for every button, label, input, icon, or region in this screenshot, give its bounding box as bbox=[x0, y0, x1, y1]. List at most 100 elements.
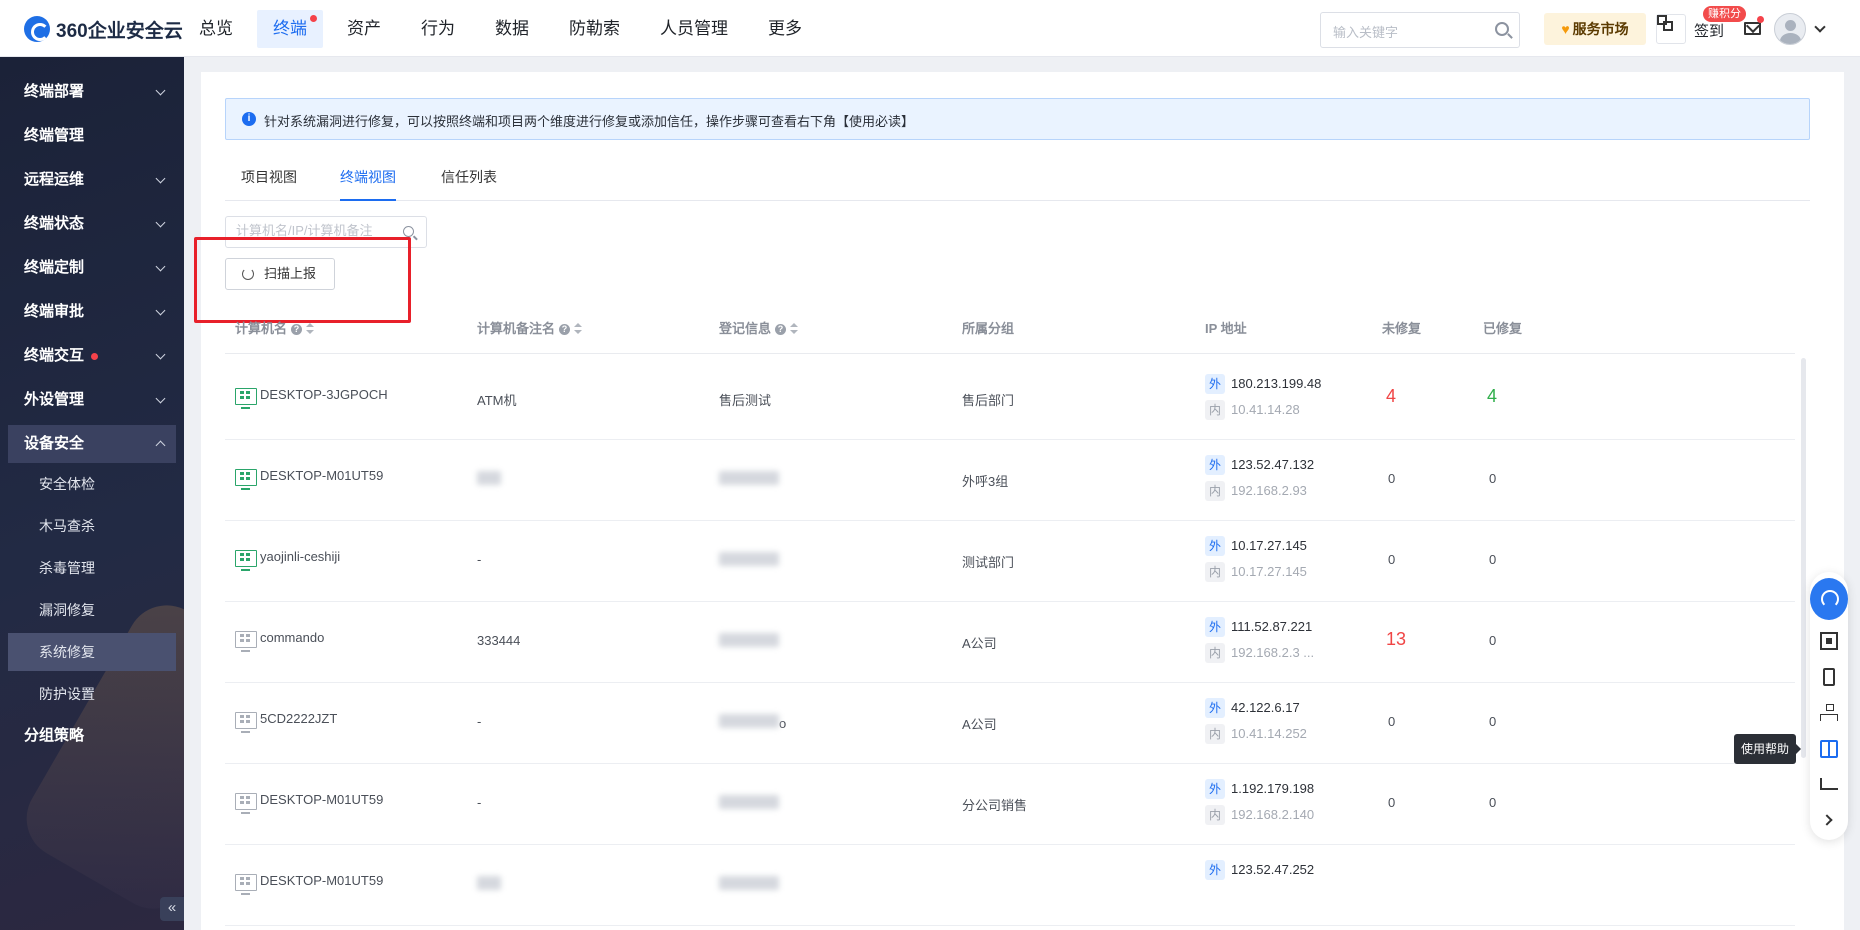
sidebar-item[interactable]: 终端交互 bbox=[8, 337, 176, 375]
sidebar-item[interactable]: 设备安全 bbox=[8, 425, 176, 463]
sidebar-item[interactable]: 外设管理 bbox=[8, 381, 176, 419]
chevron-down-icon bbox=[155, 393, 166, 404]
sort-icon[interactable] bbox=[790, 323, 799, 335]
computer-name[interactable]: DESKTOP-M01UT59 bbox=[260, 873, 383, 888]
computer-name[interactable]: DESKTOP-3JGPOCH bbox=[260, 387, 388, 402]
ip-external: 外 123.52.47.252 bbox=[1205, 860, 1314, 880]
sidebar-subitem[interactable]: 杀毒管理 bbox=[8, 549, 176, 587]
nav-item[interactable]: 数据 bbox=[479, 10, 545, 48]
mail-notification-dot bbox=[1757, 16, 1764, 23]
mail-icon[interactable] bbox=[1744, 22, 1761, 35]
heart-icon: ♥ bbox=[1561, 21, 1570, 37]
external-ip: 180.213.199.48 bbox=[1231, 376, 1322, 391]
internal-ip: 192.168.2.93 bbox=[1231, 483, 1307, 498]
col-header-fixed: 已修复 bbox=[1483, 321, 1523, 336]
computer-name[interactable]: 5CD2222JZT bbox=[260, 711, 337, 726]
collapse-sidebar-button[interactable]: « bbox=[160, 897, 184, 921]
help-icon[interactable]: ? bbox=[559, 324, 571, 335]
org-tree-icon[interactable] bbox=[1820, 704, 1838, 722]
computer-name[interactable]: DESKTOP-M01UT59 bbox=[260, 792, 383, 807]
search-icon[interactable] bbox=[1495, 22, 1509, 36]
sidebar-subitem[interactable]: 漏洞修复 bbox=[8, 591, 176, 629]
sidebar-item[interactable]: 终端管理 bbox=[8, 117, 176, 155]
search-icon[interactable] bbox=[403, 226, 414, 237]
table-row[interactable]: DESKTOP-M01UT59 - 分公司销售 外 1.192.179.198 内 192.… bbox=[225, 764, 1795, 845]
external-ip-tag: 外 bbox=[1205, 617, 1225, 637]
tab[interactable]: 信任列表 bbox=[441, 166, 497, 201]
service-market-label: 服务市场 bbox=[1572, 21, 1629, 37]
sidebar-item[interactable]: 远程运维 bbox=[8, 161, 176, 199]
unfixed-count[interactable]: 13 bbox=[1386, 629, 1406, 650]
global-search-input[interactable]: 输入关键字 bbox=[1320, 12, 1520, 48]
user-avatar[interactable] bbox=[1774, 13, 1806, 45]
nav-item[interactable]: 防勒索 bbox=[553, 10, 636, 48]
sidebar-item[interactable]: 终端定制 bbox=[8, 249, 176, 287]
external-ip-tag: 外 bbox=[1205, 698, 1225, 718]
table-scrollbar[interactable] bbox=[1801, 358, 1806, 758]
nav-item-label: 更多 bbox=[768, 19, 802, 38]
chevron-down-icon[interactable] bbox=[1814, 21, 1826, 33]
cart-icon[interactable] bbox=[1820, 778, 1838, 790]
internal-ip-tag: 内 bbox=[1205, 643, 1225, 663]
table-row[interactable]: 5CD2222JZT - o A公司 外 42.122.6.17 内 10.41.14.252… bbox=[225, 683, 1795, 764]
ip-internal: 内 10.41.14.252 bbox=[1205, 724, 1307, 744]
sidebar-item-group-policy[interactable]: 分组策略 bbox=[8, 717, 176, 755]
service-market-button[interactable]: ♥ 服务市场 bbox=[1544, 13, 1646, 45]
table-row[interactable]: DESKTOP-M01UT59 外 123.52.47.252 bbox=[225, 845, 1795, 926]
computer-name[interactable]: yaojinli-ceshiji bbox=[260, 549, 340, 564]
help-icon[interactable]: ? bbox=[291, 324, 303, 335]
help-icon[interactable]: ? bbox=[775, 324, 787, 335]
col-header-register[interactable]: 登记信息? bbox=[719, 318, 799, 337]
customer-service-icon[interactable] bbox=[1810, 578, 1848, 620]
apps-grid-icon[interactable] bbox=[1656, 14, 1686, 44]
nav-item[interactable]: 更多 bbox=[752, 10, 818, 48]
sidebar-item[interactable]: 终端部署 bbox=[8, 73, 176, 111]
unfixed-count[interactable]: 4 bbox=[1386, 386, 1396, 407]
col-header-name[interactable]: 计算机名? bbox=[235, 318, 315, 337]
fixed-count: 0 bbox=[1489, 714, 1497, 729]
chevron-up-icon bbox=[155, 440, 166, 451]
nav-item[interactable]: 资产 bbox=[331, 10, 397, 48]
tab[interactable]: 项目视图 bbox=[241, 166, 297, 201]
table-row[interactable]: DESKTOP-M01UT59 外呼3组 外 123.52.47.132 内 192.16… bbox=[225, 440, 1795, 521]
checkin-link[interactable]: 签到 bbox=[1694, 20, 1724, 41]
sidebar-subitem[interactable]: 系统修复 bbox=[8, 633, 176, 671]
sort-icon[interactable] bbox=[574, 323, 583, 335]
redacted-remark bbox=[477, 471, 501, 488]
nav-item[interactable]: 人员管理 bbox=[644, 10, 744, 48]
unfixed-count: 0 bbox=[1388, 471, 1396, 486]
unfixed-count: 0 bbox=[1388, 714, 1396, 729]
ip-external: 外 1.192.179.198 bbox=[1205, 779, 1314, 799]
col-header-remark[interactable]: 计算机备注名? bbox=[477, 318, 583, 337]
chevron-down-icon bbox=[155, 261, 166, 272]
sidebar-subitem[interactable]: 安全体检 bbox=[8, 465, 176, 503]
table-row[interactable]: commando 333444 A公司 外 111.52.87.221 内 192.168.… bbox=[225, 602, 1795, 683]
nav-item[interactable]: 总览 bbox=[183, 10, 249, 48]
tab[interactable]: 终端视图 bbox=[340, 166, 396, 201]
fixed-count[interactable]: 4 bbox=[1487, 386, 1497, 407]
register-info: 售后测试 bbox=[719, 393, 772, 408]
sidebar-item[interactable]: 终端状态 bbox=[8, 205, 176, 243]
internal-ip: 192.168.2.140 bbox=[1231, 807, 1315, 822]
nav-item[interactable]: 行为 bbox=[405, 10, 471, 48]
help-book-icon[interactable] bbox=[1820, 740, 1838, 758]
fixed-count: 0 bbox=[1489, 552, 1497, 567]
group-name: 分公司销售 bbox=[962, 798, 1028, 813]
computer-icon bbox=[235, 469, 257, 490]
nav-item-label: 总览 bbox=[199, 19, 233, 38]
sidebar-item[interactable]: 终端审批 bbox=[8, 293, 176, 331]
redacted-register bbox=[719, 633, 779, 650]
sort-icon[interactable] bbox=[306, 323, 315, 335]
sidebar-subitem[interactable]: 防护设置 bbox=[8, 675, 176, 713]
chevron-down-icon bbox=[155, 217, 166, 228]
table-row[interactable]: yaojinli-ceshiji - 测试部门 外 10.17.27.145 内 10.17… bbox=[225, 521, 1795, 602]
qrcode-icon[interactable] bbox=[1820, 632, 1838, 650]
computer-icon bbox=[235, 388, 257, 409]
computer-name[interactable]: DESKTOP-M01UT59 bbox=[260, 468, 383, 483]
computer-name[interactable]: commando bbox=[260, 630, 324, 645]
phone-icon[interactable] bbox=[1823, 668, 1835, 686]
sidebar-subitem[interactable]: 木马查杀 bbox=[8, 507, 176, 545]
table-row[interactable]: DESKTOP-3JGPOCH ATM机 售后测试 售后部门 外 180.213.199.… bbox=[225, 359, 1795, 440]
nav-item[interactable]: 终端 bbox=[257, 10, 323, 48]
app-logo[interactable]: 360企业安全云 bbox=[24, 16, 183, 42]
